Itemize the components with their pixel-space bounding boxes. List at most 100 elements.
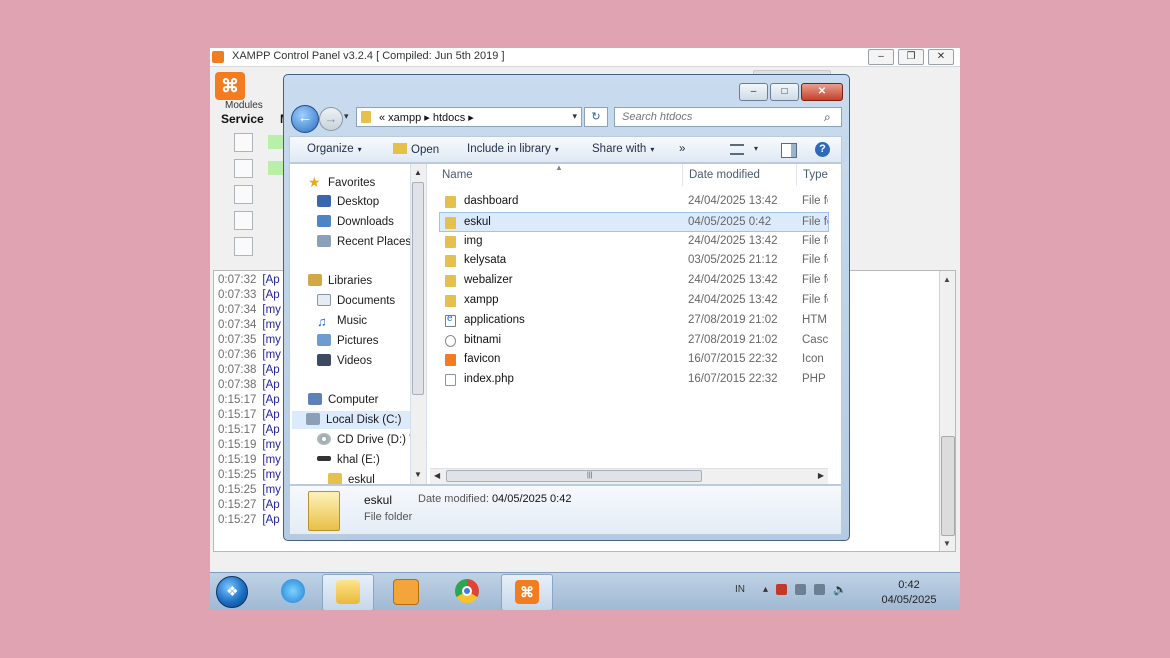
file-list-hscrollbar[interactable]: ◀ ||| ▶ (430, 468, 828, 484)
column-header-date-modified[interactable]: Date modified (689, 169, 760, 181)
more-commands-button[interactable]: » (679, 143, 685, 155)
address-dropdown-icon[interactable]: ▾ (572, 111, 577, 122)
chrome-icon (455, 579, 479, 603)
file-row[interactable]: applications 27/08/2019 21:02 HTM (440, 311, 841, 331)
view-dropdown-icon[interactable]: ▾ (754, 144, 758, 153)
file-row[interactable]: webalizer 24/04/2025 13:42 File fo (440, 271, 841, 291)
nav-favorites[interactable]: ★ Favorites (308, 173, 375, 191)
xampp-restore-button[interactable]: ❐ (898, 49, 924, 65)
file-row[interactable]: img 24/04/2025 13:42 File fo (440, 232, 841, 252)
scroll-up-icon[interactable]: ▲ (414, 168, 422, 177)
scroll-up-icon[interactable]: ▲ (943, 275, 951, 284)
navigation-pane: ★ Favorites Desktop Downloads Recent Plac… (290, 164, 427, 484)
log-module: [my (262, 349, 281, 361)
file-row[interactable]: kelysata 03/05/2025 21:12 File fo (440, 251, 841, 271)
log-scroll-thumb[interactable] (941, 436, 955, 536)
share-with-button[interactable]: Share with ▾ (592, 143, 654, 155)
log-time: 0:15:25 (218, 469, 257, 481)
change-view-icon[interactable] (730, 144, 744, 155)
service-checkbox-apache[interactable] (234, 133, 253, 152)
nav-pane-scrollbar[interactable]: ▲ ▼ (410, 164, 426, 484)
log-module: [Ap (262, 274, 280, 286)
xampp-minimize-button[interactable]: – (868, 49, 894, 65)
column-header-name[interactable]: Name (442, 169, 473, 181)
videos-icon (317, 354, 331, 366)
language-indicator[interactable]: IN (735, 584, 745, 595)
nav-eskul[interactable]: eskul (328, 471, 375, 484)
scroll-left-icon[interactable]: ◀ (434, 471, 440, 480)
service-checkbox-tomcat[interactable] (234, 237, 253, 256)
scroll-down-icon[interactable]: ▼ (414, 470, 422, 479)
file-row[interactable]: favicon 16/07/2015 22:32 Icon (440, 350, 841, 370)
nav-pictures[interactable]: Pictures (317, 332, 379, 350)
search-icon[interactable]: ⌕ (824, 110, 831, 125)
service-checkbox-filezilla[interactable] (234, 185, 253, 204)
file-row[interactable]: xampp 24/04/2025 13:42 File fo (440, 291, 841, 311)
scroll-down-icon[interactable]: ▼ (943, 539, 951, 548)
network-icon[interactable] (814, 584, 826, 595)
organize-button[interactable]: Organize ▾ (307, 143, 362, 155)
file-row[interactable]: eskul 04/05/2025 0:42 File fo (439, 211, 829, 232)
nav-libraries[interactable]: Libraries (308, 272, 372, 290)
hscroll-thumb[interactable]: ||| (446, 470, 702, 482)
nav-computer[interactable]: Computer (308, 391, 379, 409)
nav-khal-e[interactable]: khal (E:) (317, 451, 380, 469)
file-name: img (464, 234, 483, 247)
log-scrollbar[interactable]: ▲ ▼ (939, 271, 955, 551)
refresh-button[interactable]: ↻ (584, 107, 608, 127)
open-button[interactable]: Open (393, 143, 439, 156)
xampp-window-title: XAMPP Control Panel v3.2.4 [ Compiled: J… (232, 50, 505, 62)
log-time: 0:07:38 (218, 379, 257, 391)
libraries-icon (308, 274, 322, 286)
column-divider[interactable] (682, 164, 683, 186)
volume-icon[interactable]: 🔈 (833, 583, 847, 596)
xampp-titlebar[interactable]: XAMPP Control Panel v3.2.4 [ Compiled: J… (210, 48, 960, 67)
taskbar-media-player[interactable] (380, 574, 430, 609)
nav-scroll-thumb[interactable] (412, 182, 424, 395)
nav-local-disk-c[interactable]: Local Disk (C:) (292, 411, 422, 429)
minimize-button[interactable]: – (739, 83, 768, 101)
taskbar-internet-explorer[interactable] (268, 574, 318, 609)
nav-desktop[interactable]: Desktop (317, 193, 379, 211)
column-header-type[interactable]: Type (803, 169, 828, 181)
open-folder-icon (393, 143, 407, 154)
column-divider[interactable] (796, 164, 797, 186)
back-button[interactable]: ← (291, 105, 319, 133)
nav-music[interactable]: ♫ Music (317, 312, 367, 330)
service-checkbox-mercury[interactable] (234, 211, 253, 230)
log-module: [Ap (262, 424, 280, 436)
xampp-close-button[interactable]: ✕ (928, 49, 954, 65)
close-button[interactable]: ✕ (801, 83, 843, 101)
include-in-library-button[interactable]: Include in library ▾ (467, 143, 559, 155)
preview-pane-icon[interactable] (781, 143, 797, 158)
maximize-button[interactable]: □ (770, 83, 799, 101)
log-module: [my (262, 334, 281, 346)
recent-pages-dropdown[interactable]: ▾ (344, 111, 349, 122)
show-hidden-icons-icon[interactable]: ▴ (763, 584, 768, 595)
start-button[interactable]: ❖ (216, 576, 248, 608)
taskbar-windows-explorer[interactable] (322, 574, 374, 610)
service-checkbox-mysql[interactable] (234, 159, 253, 178)
action-center-icon[interactable] (776, 584, 788, 595)
taskbar-clock[interactable]: 0:42 04/05/2025 (874, 578, 944, 608)
nav-recent-places[interactable]: Recent Places (317, 233, 411, 251)
log-line: 0:07:32 [Ap (218, 274, 280, 286)
file-row[interactable]: index.php 16/07/2015 22:32 PHP F (440, 370, 841, 390)
breadcrumb[interactable]: « xampp ▸ htdocs ▸ (379, 111, 474, 124)
file-date-modified: 24/04/2025 13:42 (688, 234, 778, 247)
log-time: 0:07:35 (218, 334, 257, 346)
file-row[interactable]: bitnami 27/08/2019 21:02 Casca (440, 331, 841, 351)
nav-downloads[interactable]: Downloads (317, 213, 394, 231)
address-bar[interactable]: « xampp ▸ htdocs ▸ ▾ (356, 107, 582, 127)
scroll-right-icon[interactable]: ▶ (818, 471, 824, 480)
taskbar-xampp[interactable]: ⌘ (501, 574, 553, 610)
taskbar-chrome[interactable] (442, 574, 492, 609)
search-input[interactable] (614, 107, 842, 127)
log-time: 0:15:19 (218, 439, 257, 451)
nav-videos[interactable]: Videos (317, 352, 372, 370)
nav-documents[interactable]: Documents (317, 292, 395, 310)
file-row[interactable]: dashboard 24/04/2025 13:42 File fo (440, 192, 841, 212)
usb-device-icon[interactable] (795, 584, 807, 595)
help-icon[interactable]: ? (815, 142, 830, 157)
forward-button[interactable]: → (319, 107, 343, 131)
